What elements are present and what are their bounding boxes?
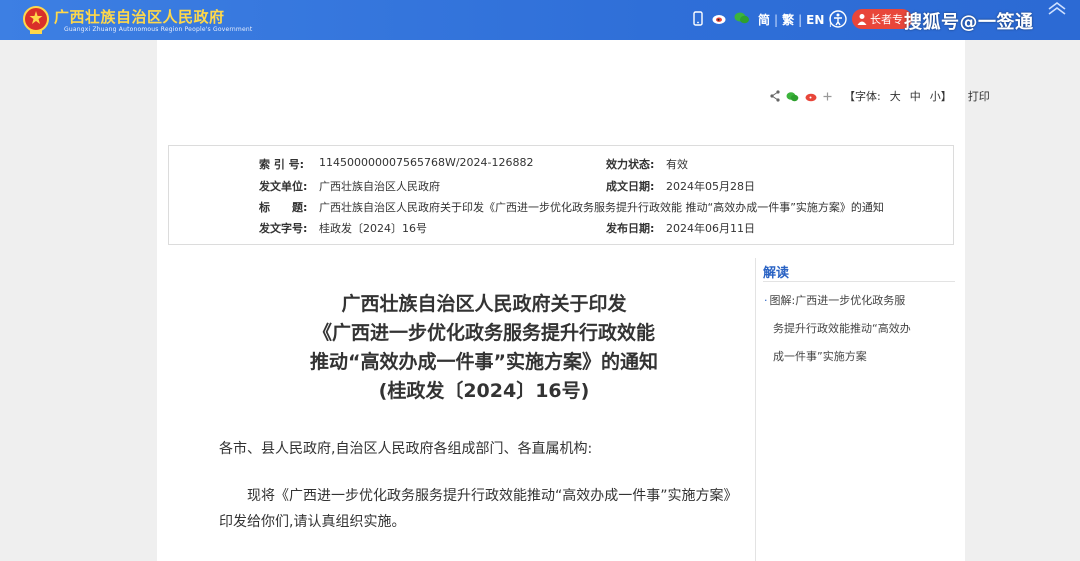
interpretation-heading: 解读 bbox=[763, 266, 790, 281]
index-value: 114500000007565768W/2024-126882 bbox=[319, 156, 534, 169]
sohu-watermark: 搜狐号@一签通 bbox=[904, 12, 1034, 33]
meta-row: 索 引 号: 114500000007565768W/2024-126882 效… bbox=[169, 156, 953, 176]
top-bar: 广西壮族自治区人民政府 Guangxi Zhuang Autonomous Re… bbox=[0, 0, 1080, 40]
side-divider bbox=[755, 258, 756, 561]
published-date-value: 2024年06月11日 bbox=[666, 222, 755, 235]
elder-icon bbox=[857, 14, 867, 25]
bullet: · bbox=[764, 294, 768, 307]
lang-separator: | bbox=[774, 12, 779, 27]
interpretation-link-line3: 成一件事”实施方案 bbox=[773, 350, 867, 363]
font-size-large[interactable]: 大 bbox=[890, 88, 901, 104]
lang-simplified[interactable]: 简 bbox=[758, 11, 770, 28]
document-title-line2: 《广西进一步优化政务服务提升行政效能 bbox=[312, 322, 655, 344]
interpretation-link[interactable]: · 图解:广西进一步优化政务服 务提升行政效能推动“高效办 成一件事”实施方案 bbox=[764, 287, 934, 371]
site-title[interactable]: 广西壮族自治区人民政府 bbox=[54, 6, 225, 27]
created-date-label: 成文日期: bbox=[606, 180, 655, 193]
meta-row: 发文单位: 广西壮族自治区人民政府 成文日期: 2024年05月28日 bbox=[169, 178, 953, 198]
document-metadata: 索 引 号: 114500000007565768W/2024-126882 效… bbox=[168, 145, 954, 245]
font-size-medium[interactable]: 中 bbox=[910, 88, 921, 104]
index-label: 索 引 号: bbox=[259, 158, 305, 171]
weibo-share-icon[interactable] bbox=[805, 91, 817, 102]
share-icon[interactable] bbox=[770, 90, 780, 102]
elder-mode-label: 长者专 bbox=[870, 13, 903, 26]
validity-label: 效力状态: bbox=[606, 158, 655, 171]
accessibility-icon[interactable] bbox=[829, 10, 847, 32]
docno-value: 桂政发〔2024〕16号 bbox=[319, 222, 427, 235]
created-date-value: 2024年05月28日 bbox=[666, 180, 755, 193]
interpretation-link-line2: 务提升行政效能推动“高效办 bbox=[773, 322, 911, 335]
font-size-small[interactable]: 小】 bbox=[930, 88, 952, 104]
body-paragraph: 现将《广西进一步优化政务服务提升行政效能推动“高效办成一件事”实施方案》印发给你… bbox=[219, 488, 738, 530]
font-size-label: 【字体: bbox=[844, 90, 881, 103]
document-number-line: (桂政发〔2024〕16号) bbox=[378, 380, 590, 402]
interpretation-link-line1: 图解:广西进一步优化政务服 bbox=[769, 294, 906, 307]
document-title: 广西壮族自治区人民政府关于印发 《广西进一步优化政务服务提升行政效能 推动“高效… bbox=[219, 290, 749, 406]
chevron-up-icon[interactable] bbox=[1046, 0, 1068, 16]
lang-separator: | bbox=[798, 12, 803, 27]
document-title-line1: 广西壮族自治区人民政府关于印发 bbox=[341, 293, 627, 315]
lang-english[interactable]: EN bbox=[806, 13, 824, 27]
national-emblem-icon bbox=[23, 6, 49, 34]
elder-mode-button[interactable]: 长者专 bbox=[852, 9, 912, 29]
issuer-label: 发文单位: bbox=[259, 180, 308, 193]
title-label: 标 题: bbox=[259, 201, 308, 214]
plus-icon[interactable] bbox=[823, 92, 832, 101]
mobile-icon[interactable] bbox=[690, 10, 706, 26]
published-date-label: 发布日期: bbox=[606, 222, 655, 235]
article-toolbar: 【字体: 大 中 小】 打印 bbox=[770, 88, 990, 104]
print-link[interactable]: 打印 bbox=[968, 88, 990, 104]
document-title-line3: 推动“高效办成一件事”实施方案》的通知 bbox=[310, 351, 658, 373]
meta-row: 标 题: 广西壮族自治区人民政府关于印发《广西进一步优化政务服务提升行政效能 推… bbox=[169, 199, 953, 219]
docno-label: 发文字号: bbox=[259, 222, 308, 235]
lang-traditional[interactable]: 繁 bbox=[782, 11, 794, 28]
issuer-value: 广西壮族自治区人民政府 bbox=[319, 180, 440, 193]
wechat-share-icon[interactable] bbox=[786, 91, 799, 102]
site-subtitle: Guangxi Zhuang Autonomous Region People'… bbox=[64, 26, 253, 33]
side-underline bbox=[763, 281, 955, 282]
weibo-icon[interactable] bbox=[712, 10, 728, 26]
addressee: 各市、县人民政府,自治区人民政府各组成部门、各直属机构: bbox=[219, 441, 593, 457]
meta-row: 发文字号: 桂政发〔2024〕16号 发布日期: 2024年06月11日 bbox=[169, 220, 953, 240]
validity-value: 有效 bbox=[666, 158, 688, 171]
wechat-icon[interactable] bbox=[734, 10, 750, 26]
title-value: 广西壮族自治区人民政府关于印发《广西进一步优化政务服务提升行政效能 推动“高效办… bbox=[319, 201, 884, 214]
